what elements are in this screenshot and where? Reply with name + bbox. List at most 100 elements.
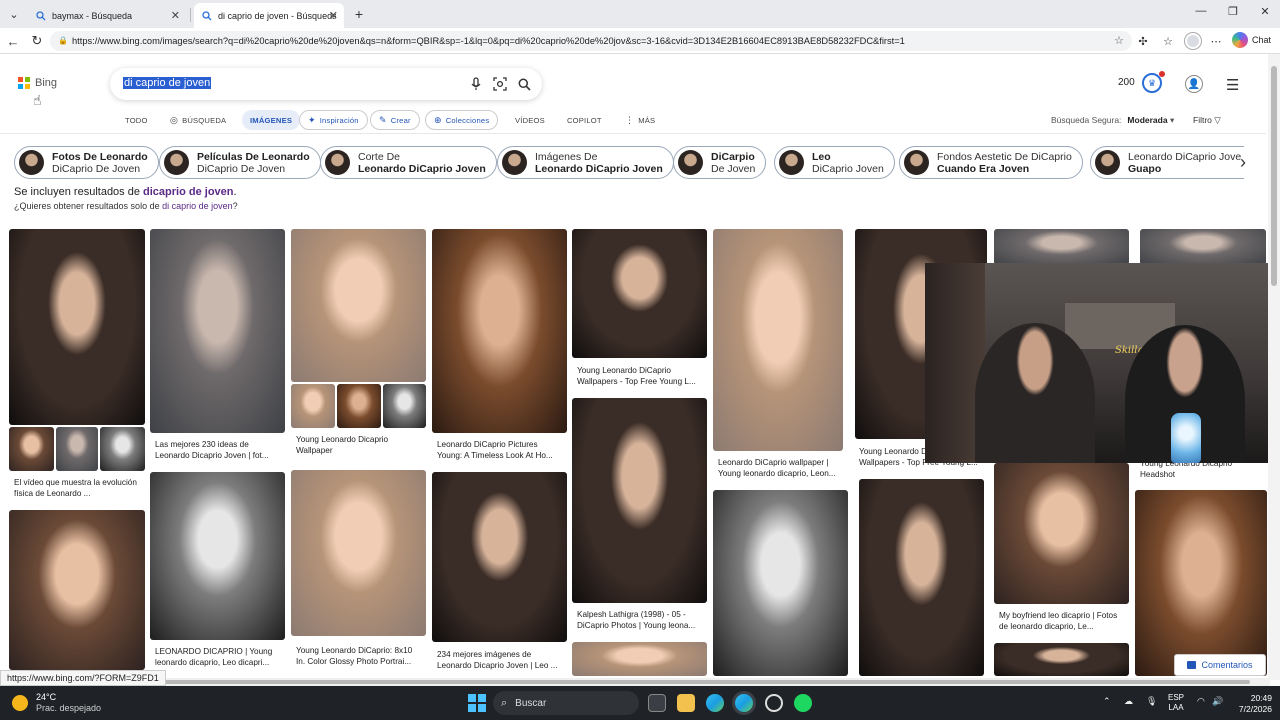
chevron-right-icon[interactable]: › [1240, 152, 1246, 173]
close-window-icon[interactable]: ✕ [1250, 5, 1280, 18]
related-chip[interactable]: Corte De Leonardo DiCaprio Joven [320, 146, 497, 179]
original-query-link[interactable]: di caprio de joven [162, 201, 233, 211]
nav-todo[interactable]: TODO [125, 110, 148, 130]
system-clock[interactable]: 20:49 7/2/2026 [1228, 693, 1272, 715]
filter-button[interactable]: Filtro ▽ [1193, 115, 1221, 126]
microphone-icon[interactable]: 🎙 [1146, 696, 1157, 707]
chevron-up-icon[interactable]: ⌃ [1103, 696, 1111, 707]
related-chip[interactable]: Fondos Aestetic De DiCaprio Cuando Era Jo… [899, 146, 1083, 179]
nav-crear[interactable]: ✎ Crear [370, 110, 420, 130]
close-tab-icon[interactable]: ✕ [171, 9, 180, 22]
wifi-icon[interactable]: ◠ [1197, 696, 1205, 707]
image-result[interactable] [150, 229, 285, 433]
image-result[interactable] [572, 398, 707, 603]
bing-logo[interactable]: Bing [18, 77, 57, 89]
image-caption[interactable]: El vídeo que muestra la evolución física… [14, 477, 142, 499]
hamburger-menu-icon[interactable]: ☰ [1226, 76, 1239, 94]
image-caption[interactable]: My boyfriend leo dicaprio | Fotos de leo… [999, 610, 1125, 632]
image-result[interactable] [572, 642, 707, 676]
restore-window-icon[interactable]: ❐ [1218, 5, 1248, 18]
nav-mas[interactable]: ⋮ MÁS [625, 110, 655, 130]
image-caption[interactable]: Young Leonardo DiCaprio: 8x10 In. Color … [296, 645, 422, 667]
app-icon[interactable] [765, 694, 783, 712]
image-result[interactable] [1135, 490, 1267, 676]
more-options-icon[interactable]: ⋯ [1207, 32, 1225, 50]
favorites-icon[interactable]: ☆ [1159, 32, 1177, 50]
user-account-icon[interactable]: 👤 [1185, 75, 1203, 93]
image-result[interactable] [291, 229, 426, 382]
image-caption[interactable]: LEONARDO DICAPRIO | Young leonardo dicap… [155, 646, 281, 668]
nav-colecciones[interactable]: ⊕ Colecciones [425, 110, 499, 130]
spotify-icon[interactable] [794, 694, 812, 712]
image-result[interactable] [572, 229, 707, 358]
weather-widget[interactable]: 24°C Prac. despejado [12, 692, 101, 714]
related-chip[interactable]: Imágenes De Leonardo DiCaprio Joven [497, 146, 674, 179]
profile-icon[interactable] [1184, 32, 1202, 50]
image-result[interactable] [994, 229, 1129, 265]
vertical-scrollbar[interactable] [1268, 54, 1280, 680]
image-result-mini[interactable] [383, 384, 426, 428]
language-indicator[interactable]: ESP LAA [1168, 693, 1184, 713]
image-result[interactable] [859, 479, 984, 676]
microphone-icon[interactable] [467, 75, 485, 93]
image-caption[interactable]: Young Leonardo DiCaprio Wallpapers - Top… [577, 365, 703, 387]
image-result[interactable] [713, 490, 848, 676]
nav-copilot[interactable]: COPILOT [567, 110, 602, 130]
related-chip[interactable]: Fotos De Leonardo DiCaprio De Joven [14, 146, 159, 179]
edge-icon[interactable] [706, 694, 724, 712]
image-caption[interactable]: Young Leonardo Dicaprio Wallpaper [296, 434, 422, 456]
image-result[interactable] [432, 229, 567, 433]
search-input[interactable]: di caprio de joven [123, 77, 212, 89]
image-caption[interactable]: Leonardo DiCaprio Pictures Young: A Time… [437, 439, 563, 461]
image-result[interactable] [1140, 229, 1266, 265]
search-box[interactable]: di caprio de joven [110, 68, 542, 100]
nav-videos[interactable]: VÍDEOS [515, 110, 545, 130]
volume-icon[interactable]: 🔊 [1212, 696, 1223, 707]
image-result[interactable] [994, 643, 1129, 676]
image-result[interactable] [9, 510, 145, 670]
image-result[interactable] [994, 463, 1129, 604]
address-bar[interactable]: 🔒 https://www.bing.com/images/search?q=d… [50, 31, 1132, 51]
copilot-chat-button[interactable]: Chat [1232, 32, 1271, 48]
image-result-mini[interactable] [100, 427, 145, 471]
related-chip[interactable]: Películas De Leonardo DiCaprio De Joven [159, 146, 321, 179]
horizontal-scrollbar[interactable] [0, 678, 1270, 686]
favorite-star-icon[interactable]: ☆ [1114, 34, 1124, 47]
taskbar-search[interactable]: ⌕ Buscar [493, 691, 639, 715]
image-caption[interactable]: 234 mejores imágenes de Leonardo Dicapri… [437, 649, 563, 671]
close-tab-icon[interactable]: ✕ [329, 9, 338, 22]
safe-search-dropdown[interactable]: Búsqueda Segura: Moderada ▾ [1051, 115, 1174, 126]
image-result-mini[interactable] [56, 427, 98, 471]
corrected-term-link[interactable]: dicaprio de joven [143, 186, 233, 198]
tab-baymax[interactable]: baymax - Búsqueda ✕ [28, 3, 186, 28]
windows-start-icon[interactable] [468, 694, 486, 712]
image-result-mini[interactable] [291, 384, 335, 428]
image-result-mini[interactable] [337, 384, 381, 428]
image-result-mini[interactable] [9, 427, 54, 471]
nav-inspiracion[interactable]: ✦ Inspiración [299, 110, 368, 130]
image-result[interactable] [291, 470, 426, 636]
new-tab-plus-icon[interactable]: + [350, 5, 368, 23]
nav-imagenes[interactable]: IMÁGENES [242, 110, 301, 130]
file-explorer-icon[interactable] [677, 694, 695, 712]
image-result[interactable] [713, 229, 843, 451]
image-caption[interactable]: Leonardo DiCaprio wallpaper | Young leon… [718, 457, 842, 479]
image-caption[interactable]: Kalpesh Lathigra (1998) - 05 - DiCaprio … [577, 609, 703, 631]
tab-list-chevron-icon[interactable]: ⌄ [4, 4, 24, 24]
rewards-points[interactable]: 200 [1118, 77, 1135, 88]
related-chip[interactable]: Leo DiCaprio Joven [774, 146, 895, 179]
image-caption[interactable]: Las mejores 230 ideas de Leonardo Dicapr… [155, 439, 281, 461]
image-result[interactable] [9, 229, 145, 425]
related-chip[interactable]: DiCarpio De Joven [673, 146, 767, 179]
related-chip[interactable]: Leonardo DiCaprio Jove Guapo [1090, 146, 1244, 179]
refresh-icon[interactable]: ↻ [28, 32, 46, 50]
minimize-icon[interactable]: — [1186, 5, 1216, 17]
image-result[interactable] [150, 472, 285, 640]
extensions-icon[interactable]: ✣ [1134, 32, 1152, 50]
cloud-icon[interactable]: ☁ [1124, 696, 1133, 707]
edge-active-icon[interactable] [735, 694, 753, 712]
visual-search-icon[interactable] [491, 75, 509, 93]
back-arrow-icon[interactable]: ← [4, 32, 22, 50]
task-view-icon[interactable] [648, 694, 666, 712]
search-icon[interactable] [515, 75, 533, 93]
